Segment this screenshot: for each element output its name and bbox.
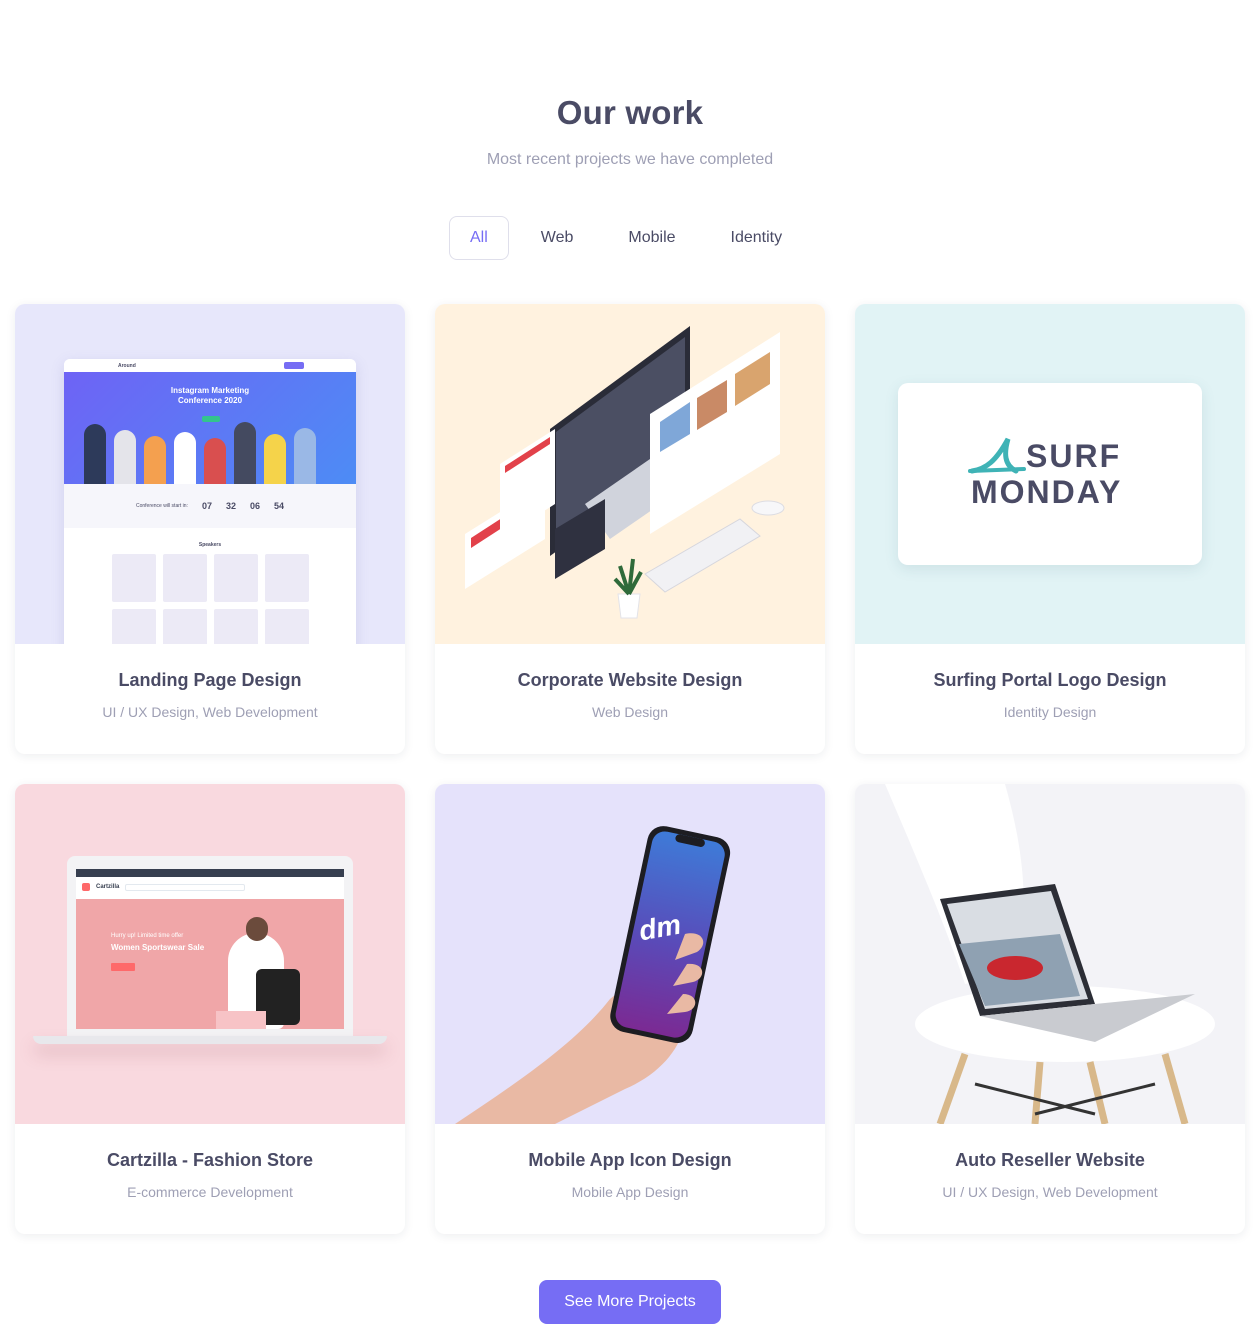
isometric-devices-illustration	[465, 326, 785, 619]
project-title: Mobile App Icon Design	[528, 1150, 732, 1170]
project-category: Mobile App Design	[571, 1184, 689, 1200]
cartzilla-brand: Cartzilla	[96, 884, 120, 890]
logo-card: SURF MONDAY	[898, 383, 1202, 565]
project-card-surfing-logo[interactable]: SURF MONDAY Surfing Portal Logo Design I…	[855, 304, 1245, 754]
filter-web[interactable]: Web	[520, 216, 595, 260]
mockup-count-hours: 32	[225, 501, 236, 511]
laptop-on-chair-illustration	[885, 784, 1215, 1124]
filter-all[interactable]: All	[449, 216, 509, 260]
section-subtitle: Most recent projects we have completed	[486, 151, 774, 168]
project-thumbnail	[855, 784, 1245, 1124]
filter-tabs: All Web Mobile Identity	[449, 216, 803, 260]
project-category: UI / UX Design, Web Development	[942, 1184, 1158, 1200]
project-card-mobile-app-icon[interactable]: dm Mobile App Icon Design Mobile App Des…	[435, 784, 825, 1234]
project-thumbnail	[435, 304, 825, 644]
cartzilla-promo-small: Hurry up! Limited time offer	[111, 933, 184, 939]
project-thumbnail: Cartzilla Hurry up! Limited time offer W…	[15, 784, 405, 1124]
filter-mobile[interactable]: Mobile	[607, 216, 696, 260]
project-title: Landing Page Design	[118, 670, 302, 690]
project-thumbnail: SURF MONDAY	[855, 304, 1245, 644]
logo-text-monday: MONDAY	[971, 474, 1123, 510]
filter-identity[interactable]: Identity	[710, 216, 804, 260]
project-title: Cartzilla - Fashion Store	[106, 1150, 314, 1170]
mockup-count-mins: 06	[249, 501, 260, 511]
project-category: Web Design	[591, 704, 668, 720]
project-title: Auto Reseller Website	[955, 1150, 1145, 1170]
mockup-brand: Around	[118, 362, 136, 369]
cartzilla-promo-title: Women Sportswear Sale	[111, 943, 205, 952]
project-card-landing-page[interactable]: Around Instagram Marketing Conference 20…	[15, 304, 405, 754]
landing-page-mockup: Around Instagram Marketing Conference 20…	[64, 359, 356, 644]
project-category: UI / UX Design, Web Development	[102, 704, 318, 720]
project-category: E-commerce Development	[127, 1184, 293, 1200]
project-card-auto-reseller[interactable]: Auto Reseller Website UI / UX Design, We…	[855, 784, 1245, 1234]
project-card-corporate-website[interactable]: Corporate Website Design Web Design	[435, 304, 825, 754]
project-title: Surfing Portal Logo Design	[933, 670, 1167, 690]
project-category: Identity Design	[1003, 704, 1097, 720]
mockup-hero-title: Instagram Marketing Conference 2020	[170, 386, 250, 405]
laptop-mockup: Cartzilla Hurry up! Limited time offer W…	[67, 856, 353, 1036]
logo-text-surf: SURF	[1026, 438, 1122, 474]
mockup-countdown-label: Conference will start in:	[135, 503, 188, 509]
project-title: Corporate Website Design	[517, 670, 743, 690]
see-more-projects-button[interactable]: See More Projects	[539, 1280, 721, 1324]
project-thumbnail: dm	[435, 784, 825, 1124]
section-title: Our work	[556, 94, 704, 131]
project-card-cartzilla[interactable]: Cartzilla Hurry up! Limited time offer W…	[15, 784, 405, 1234]
project-thumbnail: Around Instagram Marketing Conference 20…	[15, 304, 405, 644]
phone-in-hand-illustration	[455, 826, 731, 1124]
mockup-count-secs: 54	[274, 501, 285, 511]
mockup-speakers-heading: Speakers	[198, 542, 222, 548]
mockup-count-days: 07	[201, 501, 212, 511]
